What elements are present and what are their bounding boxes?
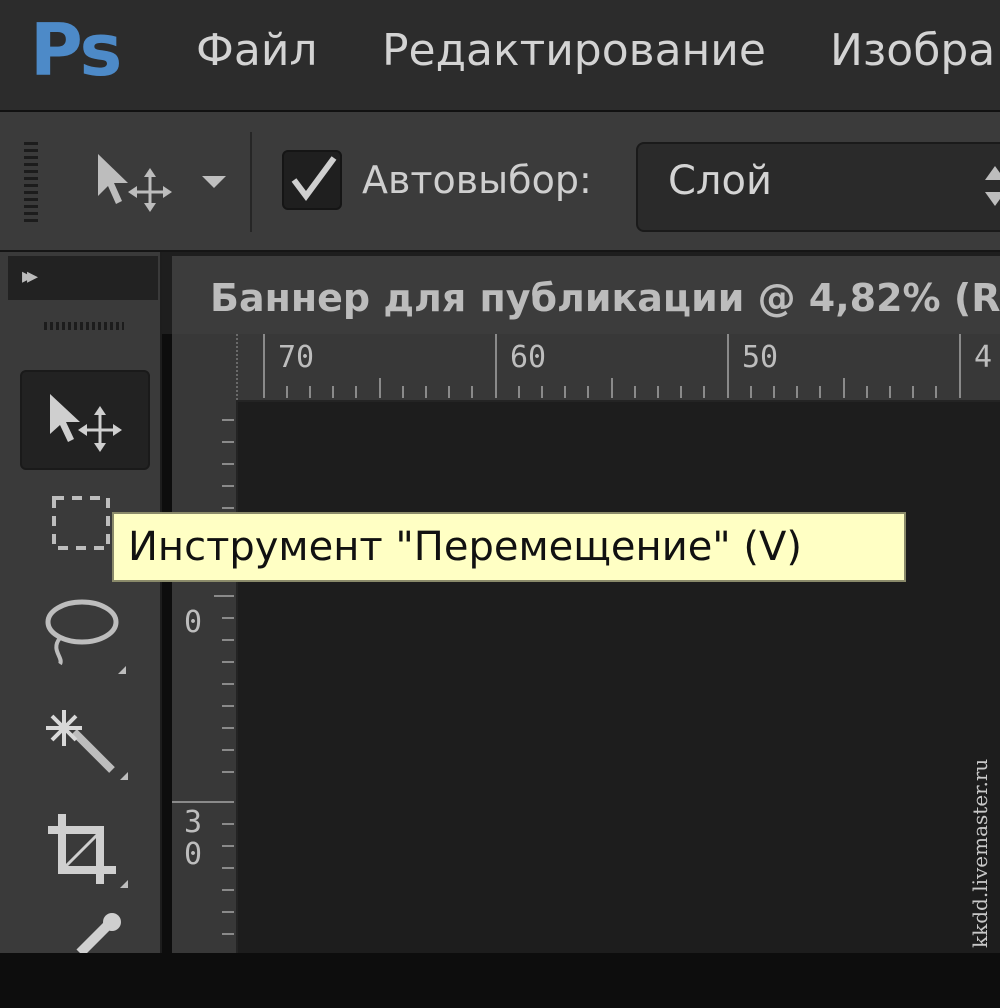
tools-panel-grip[interactable] [44, 322, 124, 330]
autoselect-target-select[interactable]: Слой [636, 142, 1000, 232]
options-bar-grip[interactable] [24, 142, 38, 224]
menu-bar: Ps Файл Редактирование Изобра [0, 0, 1000, 112]
ruler-label: 70 [278, 340, 315, 375]
tool-preset-picker[interactable] [92, 152, 182, 212]
autoselect-target-value: Слой [668, 158, 772, 204]
tool-magic-wand[interactable] [20, 700, 146, 796]
collapse-panel-icon[interactable]: ▸▸ [22, 264, 38, 289]
move-tool-icon [50, 394, 122, 452]
ruler-label: 50 [742, 340, 779, 375]
ruler-label: 60 [510, 340, 547, 375]
document-tab[interactable]: Баннер для публикации @ 4,82% (R [172, 256, 1000, 334]
tools-panel: ▸▸ [0, 252, 162, 953]
tooltip-text: Инструмент "Перемещение" (V) [128, 524, 802, 570]
tools-panel-header: ▸▸ [8, 256, 158, 300]
crop-icon [48, 814, 128, 888]
tool-preset-dropdown-arrow[interactable] [202, 176, 226, 188]
menu-edit[interactable]: Редактирование [382, 25, 766, 76]
ruler-label: 3 [183, 805, 203, 840]
document-tabs: Баннер для публикации @ 4,82% (R [162, 252, 1000, 334]
watermark: kkdd.livemaster.ru [968, 758, 992, 948]
ruler-label: 4 [974, 340, 993, 375]
tool-crop[interactable] [20, 808, 146, 904]
ruler-label: 0 [183, 605, 203, 640]
document-canvas[interactable] [238, 402, 1000, 953]
menu-image[interactable]: Изобра [830, 25, 995, 76]
horizontal-ruler[interactable]: 70 60 50 4 [172, 334, 1000, 402]
vertical-ruler-ticks [172, 419, 234, 935]
magic-wand-icon [46, 710, 128, 780]
document-title: Баннер для публикации @ 4,82% (R [210, 276, 1000, 320]
eyedropper-icon [76, 913, 121, 953]
options-separator [250, 132, 252, 232]
photoshop-logo: Ps [30, 8, 122, 92]
ruler-label: 0 [183, 837, 203, 872]
autoselect-checkbox[interactable] [282, 150, 342, 210]
checkmark-icon [291, 156, 337, 202]
lasso-icon [45, 599, 126, 674]
menu-file[interactable]: Файл [196, 25, 318, 76]
ruler-origin[interactable] [172, 334, 238, 400]
move-tool-icon [98, 154, 172, 212]
select-stepper-icon [985, 166, 1000, 206]
vertical-ruler[interactable]: 0 3 0 [172, 400, 238, 953]
options-bar: Автовыбор: Слой [0, 112, 1000, 252]
autoselect-label: Автовыбор: [362, 158, 592, 202]
tool-move[interactable] [20, 370, 150, 470]
tool-lasso[interactable] [20, 592, 146, 688]
tool-eyedropper[interactable] [20, 912, 146, 1008]
tooltip: Инструмент "Перемещение" (V) [112, 512, 906, 582]
